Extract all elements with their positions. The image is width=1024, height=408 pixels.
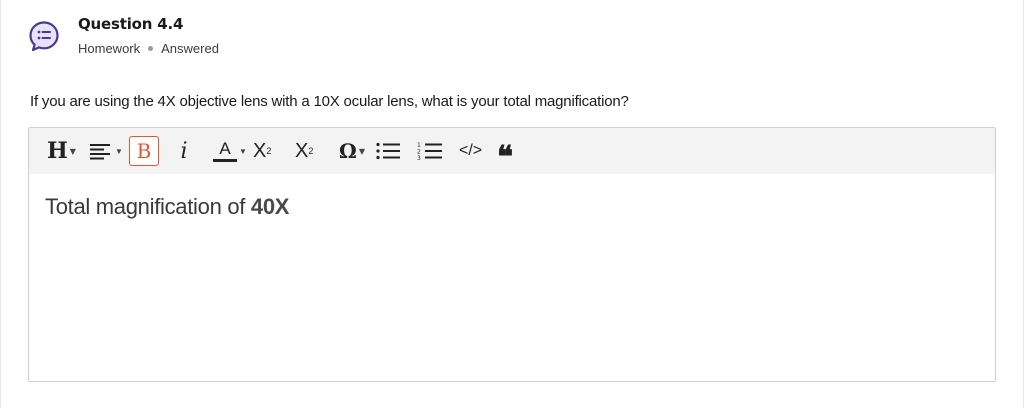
superscript-mark: 2: [308, 146, 314, 156]
chevron-down-icon: ▼: [358, 146, 365, 156]
editor-toolbar: H ▼ ▼ B i A ▼ X2 X2 Ω ▼ 1 2 3 </> ❝: [29, 128, 995, 175]
font-color-button[interactable]: A ▼: [213, 136, 247, 166]
align-button[interactable]: ▼: [89, 136, 123, 166]
svg-text:3: 3: [417, 155, 421, 161]
special-char-button[interactable]: Ω ▼: [339, 136, 365, 166]
chevron-down-icon: ▼: [69, 146, 76, 156]
heading-button[interactable]: H ▼: [47, 136, 76, 166]
question-meta: Homework Answered: [78, 41, 219, 56]
bullet-list-icon: [376, 142, 400, 160]
answer-bold-text: 40X: [250, 194, 290, 219]
numbered-list-icon: 1 2 3: [417, 142, 442, 161]
superscript-button[interactable]: X2: [295, 136, 313, 166]
subscript-mark: 2: [266, 146, 272, 156]
answer-editor[interactable]: H ▼ ▼ B i A ▼ X2 X2 Ω ▼ 1 2 3 </> ❝ Tota…: [28, 127, 996, 382]
heading-label: H: [47, 138, 68, 164]
question-title: Question 4.4: [78, 15, 184, 33]
question-text: If you are using the 4X objective lens w…: [30, 93, 629, 110]
separator-dot: [148, 46, 154, 51]
bullet-list-button[interactable]: [375, 136, 401, 166]
subscript-base: X: [253, 139, 267, 162]
numbered-list-button[interactable]: 1 2 3: [417, 136, 443, 166]
font-color-bar: [213, 158, 237, 162]
chat-bubble-list-icon: [28, 20, 60, 52]
code-button[interactable]: </>: [459, 136, 482, 166]
bold-button[interactable]: B: [129, 136, 159, 166]
special-char-label: Ω: [339, 139, 357, 163]
answer-content[interactable]: Total magnification of 40X: [45, 194, 289, 220]
question-type: Homework: [78, 41, 141, 56]
font-color-label: A: [219, 138, 231, 158]
question-status: Answered: [161, 41, 219, 56]
blockquote-button[interactable]: ❝: [497, 136, 513, 175]
subscript-button[interactable]: X2: [253, 136, 271, 166]
answer-text: Total magnification of: [45, 194, 251, 219]
align-left-icon: [90, 144, 110, 160]
italic-button[interactable]: i: [177, 136, 191, 166]
chevron-down-icon: ▼: [239, 146, 247, 156]
chevron-down-icon: ▼: [115, 146, 123, 156]
superscript-base: X: [295, 139, 309, 162]
